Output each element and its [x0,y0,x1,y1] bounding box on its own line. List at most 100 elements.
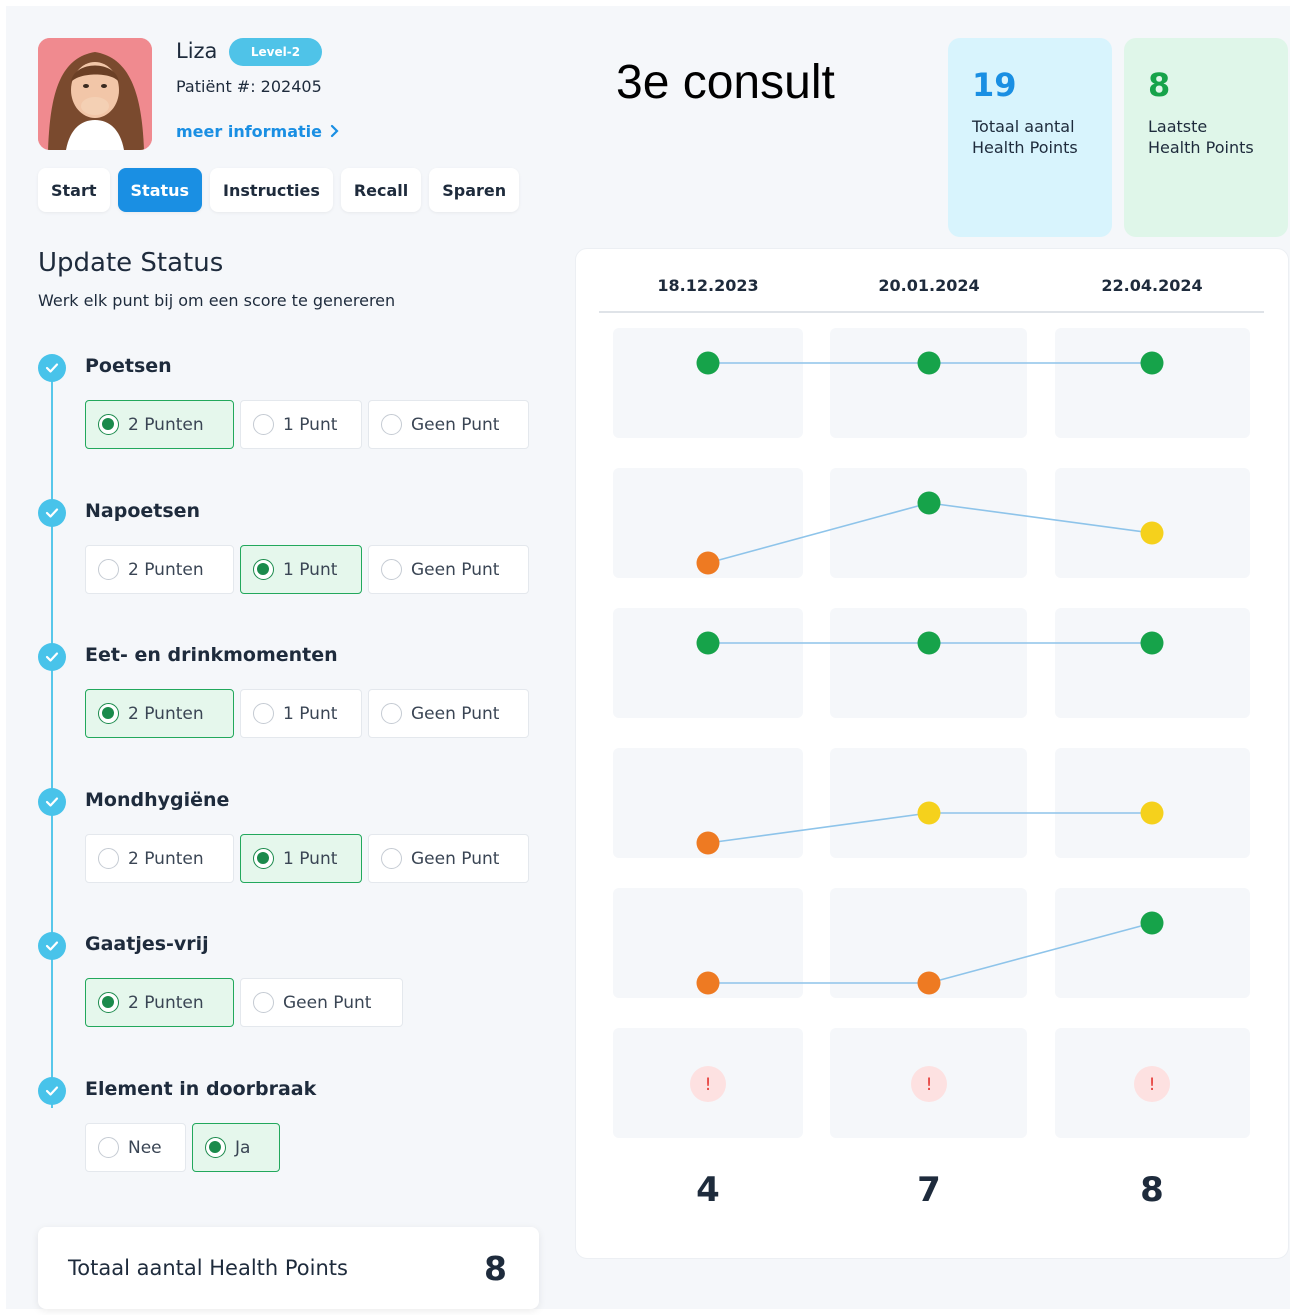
option-radio[interactable]: Geen Punt [240,978,403,1027]
history-cell [613,468,803,578]
tab-sparen[interactable]: Sparen [429,168,520,212]
option-label: Geen Punt [411,414,500,435]
radio-icon [98,414,119,435]
tab-status[interactable]: Status [117,168,203,212]
history-cell [613,1028,803,1138]
radio-icon [381,848,402,869]
radio-icon [253,848,274,869]
last-label-line1: Laatste [1148,117,1208,136]
option-label: Ja [235,1137,251,1158]
history-cell [1055,328,1250,438]
total-health-points-card: 19 Totaal aantal Health Points [948,38,1112,237]
option-radio[interactable]: 1 Punt [240,400,362,449]
last-health-points-value: 8 [1148,66,1171,104]
history-cell [1055,888,1250,998]
check-icon [38,1077,66,1105]
level-badge: Level-2 [229,38,322,66]
option-radio[interactable]: Geen Punt [368,545,529,594]
more-info-link[interactable]: meer informatie [176,122,340,141]
last-label-line2: Health Points [1148,138,1254,157]
option-group: 2 Punten 1 Punt Geen Punt [85,400,529,449]
history-cell [613,608,803,718]
status-item-label: Gaatjes-vrij [85,933,209,955]
option-label: Geen Punt [411,848,500,869]
tab-bar: Start Status Instructies Recall Sparen [38,168,520,212]
consult-score: 4 [696,1170,720,1210]
option-radio[interactable]: 2 Punten [85,545,234,594]
total-label-line1: Totaal aantal [972,117,1075,136]
option-radio[interactable]: Geen Punt [368,400,529,449]
radio-icon [253,992,274,1013]
option-label: 2 Punten [128,703,204,724]
radio-icon [381,703,402,724]
option-label: 2 Punten [128,992,204,1013]
option-label: Geen Punt [411,559,500,580]
patient-name: Liza [176,39,218,63]
option-label: 1 Punt [283,559,338,580]
option-radio[interactable]: Ja [192,1123,280,1172]
option-label: Geen Punt [283,992,372,1013]
radio-icon [253,703,274,724]
radio-icon [98,992,119,1013]
option-radio[interactable]: Geen Punt [368,834,529,883]
option-label: 1 Punt [283,848,338,869]
check-icon [38,932,66,960]
history-cell [830,888,1027,998]
check-icon [38,643,66,671]
history-cell [1055,1028,1250,1138]
last-health-points-label: Laatste Health Points [1148,116,1288,158]
option-group: 2 Punten 1 Punt Geen Punt [85,545,529,594]
option-radio[interactable]: 1 Punt [240,689,362,738]
patient-number: Patiënt #: 202405 [176,77,322,96]
total-points-value: 8 [484,1248,507,1288]
option-label: Geen Punt [411,703,500,724]
radio-icon [98,703,119,724]
status-item-label: Element in doorbraak [85,1078,317,1100]
history-cell [1055,748,1250,858]
option-radio[interactable]: 2 Punten [85,400,234,449]
check-icon [38,499,66,527]
radio-icon [253,414,274,435]
history-cell [613,328,803,438]
history-cell [1055,468,1250,578]
option-radio[interactable]: 2 Punten [85,834,234,883]
total-health-points-label: Totaal aantal Health Points [972,116,1112,158]
section-subtitle: Werk elk punt bij om een score te genere… [38,291,396,310]
option-radio[interactable]: 2 Punten [85,689,234,738]
option-radio[interactable]: Nee [85,1123,186,1172]
history-cell [830,748,1027,858]
history-cell [613,888,803,998]
total-label-line2: Health Points [972,138,1078,157]
option-label: 1 Punt [283,703,338,724]
total-health-points-value: 19 [972,66,1017,104]
radio-icon [381,414,402,435]
option-label: Nee [128,1137,162,1158]
tab-recall[interactable]: Recall [340,168,422,212]
option-radio[interactable]: 1 Punt [240,834,362,883]
timeline-line [51,368,53,1108]
total-points-label: Totaal aantal Health Points [68,1256,348,1280]
option-label: 2 Punten [128,559,204,580]
history-cell [613,748,803,858]
check-icon [38,354,66,382]
date-header: 22.04.2024 [1101,276,1203,295]
history-cell [830,1028,1027,1138]
consult-title: 3e consult [616,56,835,109]
more-info-label: meer informatie [176,122,323,141]
consult-score: 8 [1140,1170,1164,1210]
option-group: Nee Ja [85,1123,280,1172]
date-header-divider [599,311,1264,313]
option-radio[interactable]: 1 Punt [240,545,362,594]
radio-icon [98,1137,119,1158]
status-item-label: Mondhygiëne [85,789,230,811]
chevron-right-icon [330,124,339,138]
option-label: 1 Punt [283,414,338,435]
option-radio[interactable]: Geen Punt [368,689,529,738]
option-group: 2 Punten 1 Punt Geen Punt [85,834,529,883]
tab-instructies[interactable]: Instructies [210,168,333,212]
history-cell [830,328,1027,438]
radio-icon [98,559,119,580]
status-item-label: Eet- en drinkmomenten [85,644,338,666]
option-radio[interactable]: 2 Punten [85,978,234,1027]
tab-start[interactable]: Start [38,168,110,212]
